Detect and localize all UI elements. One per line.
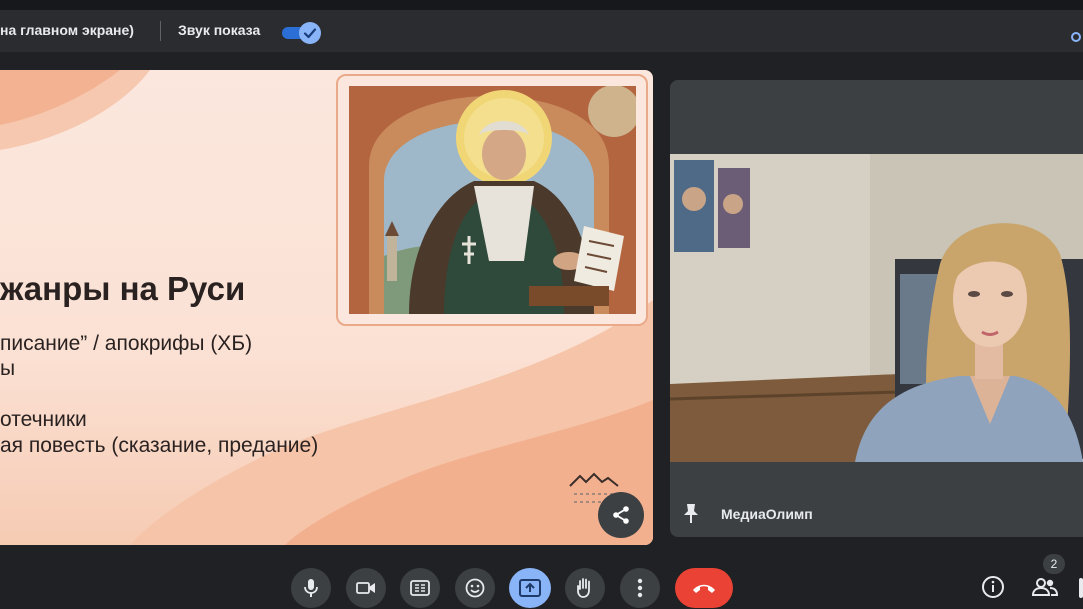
pin-icon[interactable]	[682, 502, 700, 524]
present-icon	[519, 579, 541, 597]
participants-count-badge: 2	[1043, 554, 1065, 574]
leave-call-button[interactable]	[675, 568, 733, 608]
people-icon	[1032, 578, 1058, 596]
hangup-icon	[693, 584, 715, 593]
shared-slide: жанры на Руси писание” / апокрифы (ХБ) ы…	[0, 70, 653, 545]
slide-title: жанры на Руси	[0, 270, 246, 307]
toggle-knob	[299, 22, 321, 44]
checkmark-icon	[303, 28, 317, 39]
participant-video	[670, 154, 1083, 462]
emoji-icon	[465, 578, 485, 598]
captions-button[interactable]	[400, 568, 440, 608]
slide-line-4: ая повесть (сказание, предание)	[0, 434, 319, 457]
participant-name: МедиаОлимп	[721, 506, 813, 522]
divider	[160, 21, 161, 41]
presenting-label: на главном экране)	[0, 22, 134, 38]
sound-toggle[interactable]	[282, 22, 322, 44]
microphone-button[interactable]	[291, 568, 331, 608]
captions-icon	[410, 580, 430, 596]
window-top-strip	[0, 0, 1083, 10]
more-options-button[interactable]	[620, 568, 660, 608]
info-icon	[982, 576, 1004, 598]
present-button[interactable]	[509, 568, 551, 608]
slide-line-2: ы	[0, 357, 16, 380]
camera-button[interactable]	[346, 568, 386, 608]
more-icon	[637, 578, 643, 598]
slide-image-frame	[336, 74, 648, 326]
slide-line-3: отечники	[0, 408, 87, 431]
share-icon	[613, 506, 629, 524]
activities-edge-icon[interactable]	[1079, 578, 1083, 598]
meeting-details-button[interactable]	[978, 572, 1008, 602]
sound-toggle-label: Звук показа	[178, 22, 261, 38]
participant-tile[interactable]: МедиаОлимп	[670, 80, 1083, 537]
reactions-button[interactable]	[455, 568, 495, 608]
hand-icon	[577, 578, 590, 598]
slide-line-1: писание” / апокрифы (ХБ)	[0, 332, 253, 355]
presentation-bar: на главном экране) Звук показа	[0, 10, 1083, 52]
raise-hand-button[interactable]	[565, 568, 605, 608]
saint-icon-painting	[349, 86, 636, 314]
more-options-icon[interactable]	[1071, 32, 1081, 42]
camera-icon	[356, 582, 375, 594]
participants-button[interactable]	[1030, 572, 1060, 602]
microphone-icon	[304, 579, 318, 597]
share-button[interactable]	[598, 492, 644, 538]
